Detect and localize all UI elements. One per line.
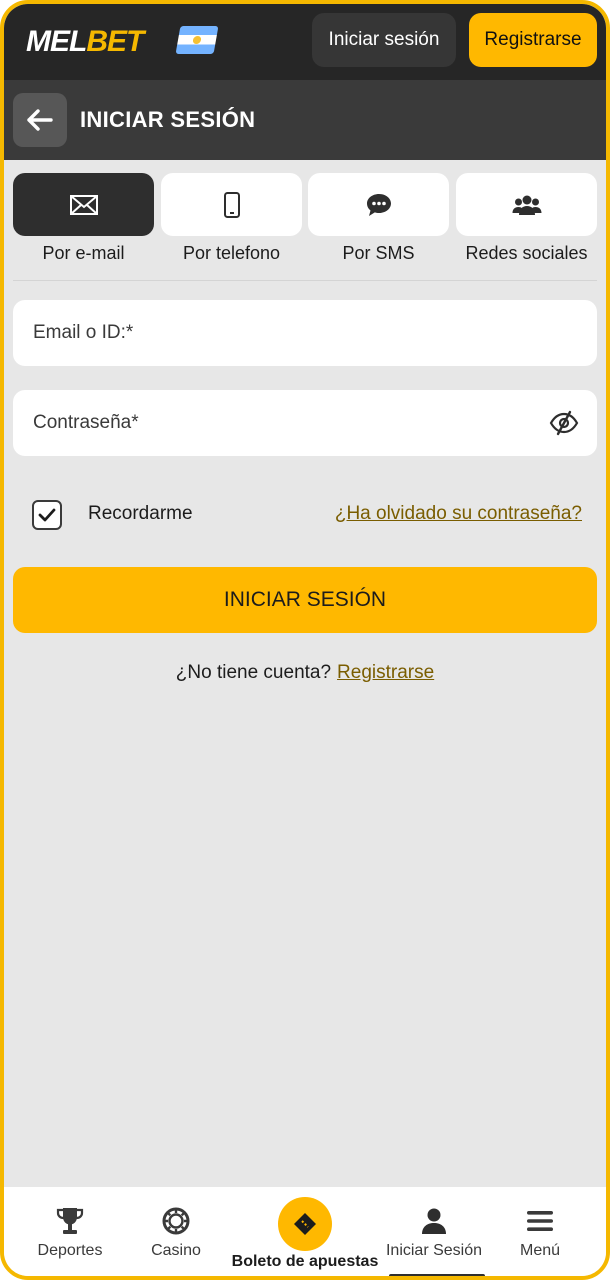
section-header: INICIAR SESIÓN [4,80,606,160]
no-account-text: ¿No tiene cuenta? [175,662,332,683]
email-field-container [13,300,597,366]
bet-slip-circle[interactable] [278,1197,332,1251]
logo-text-mel: MEL [26,25,87,58]
phone-icon [223,191,240,218]
argentina-flag-icon[interactable] [175,26,219,54]
tab-social-box[interactable] [456,173,597,236]
header-register-button[interactable]: Registrarse [469,13,597,67]
email-input[interactable] [33,300,533,366]
password-input[interactable] [33,390,533,456]
menu-icon [527,1211,553,1231]
tab-sms-box[interactable] [308,173,449,236]
bottom-navigation: Deportes Casino Boleto de apuestas Inici… [4,1187,606,1276]
divider [13,280,597,281]
tab-email[interactable]: Por e-mail [13,173,154,273]
app-screen: MELBET Iniciar sesión Registrarse INICIA… [0,0,610,1280]
signup-link[interactable]: Registrarse [337,662,434,683]
login-submit-button[interactable]: INICIAR SESIÓN [13,567,597,633]
tab-social-label: Redes sociales [465,243,588,263]
logo-text-bet: BET [86,25,144,58]
signup-prompt: ¿No tiene cuenta? Registrarse [4,662,606,684]
tab-sms[interactable]: Por SMS [308,173,449,273]
chat-bubble-icon [366,193,391,216]
nav-label-casino: Casino [151,1242,201,1259]
nav-item-login[interactable]: Iniciar Sesión [379,1187,489,1276]
ticket-icon [294,1213,316,1235]
back-button[interactable] [13,93,67,147]
forgot-password-link[interactable]: ¿Ha olvidado su contraseña? [335,503,582,525]
casino-chip-icon [162,1207,190,1235]
trophy-icon [56,1208,84,1234]
remember-checkbox[interactable] [32,500,62,530]
nav-label-login: Iniciar Sesión [385,1242,483,1259]
tab-social[interactable]: Redes sociales [456,173,597,273]
password-field-container [13,390,597,456]
nav-label-deportes: Deportes [37,1242,103,1259]
flag-sun [192,36,202,44]
tab-email-box[interactable] [13,173,154,236]
envelope-icon [69,194,98,215]
tab-email-label: Por e-mail [42,243,125,263]
nav-label-bet-slip: Boleto de apuestas [231,1253,379,1270]
remember-label[interactable]: Recordarme [88,503,193,525]
users-icon [512,195,541,215]
nav-item-menu[interactable]: Menú [490,1187,590,1276]
tab-phone-label: Por telefono [182,243,281,263]
nav-item-casino[interactable]: Casino [121,1187,231,1276]
top-header: MELBET Iniciar sesión Registrarse [4,4,606,80]
tab-sms-label: Por SMS [342,243,415,263]
eye-slash-icon[interactable] [549,410,579,436]
melbet-logo[interactable]: MELBET [26,22,144,62]
tab-phone-box[interactable] [161,173,302,236]
arrow-left-icon [27,109,53,131]
header-login-button[interactable]: Iniciar sesión [312,13,456,67]
nav-active-indicator [389,1274,485,1276]
user-icon [422,1208,446,1234]
nav-label-menu: Menú [519,1242,561,1259]
checkmark-icon [38,508,56,522]
nav-item-deportes[interactable]: Deportes [10,1187,130,1276]
login-method-tabs: Por e-mail Por telefono Por SMS Redes so… [13,173,597,273]
page-title: INICIAR SESIÓN [80,107,256,132]
nav-item-bet-slip[interactable]: Boleto de apuestas [230,1187,380,1276]
tab-phone[interactable]: Por telefono [161,173,302,273]
